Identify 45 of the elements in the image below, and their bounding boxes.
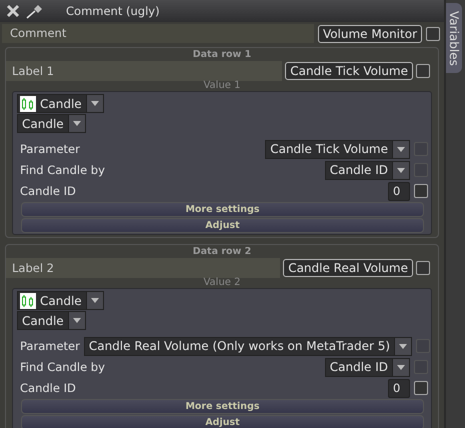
source-dropdown[interactable]: Candle (17, 94, 104, 113)
number-field[interactable]: 0 (388, 378, 410, 398)
type-dropdown[interactable]: Candle (17, 114, 86, 133)
window-title: Comment (ugly) (66, 4, 160, 18)
variables-tab[interactable]: Variables (446, 3, 462, 73)
checkbox[interactable] (426, 26, 440, 40)
field-label: Parameter (19, 142, 81, 156)
section-title: Value 2 (202, 278, 242, 288)
label-field[interactable]: Label 1 (6, 61, 282, 81)
comment-label: Comment (2, 24, 314, 43)
section-button[interactable]: More settings (21, 202, 424, 217)
section-title: Data row 1 (192, 48, 252, 61)
close-icon[interactable] (6, 4, 20, 18)
caret-icon (399, 344, 408, 348)
caret-icon (397, 364, 405, 370)
type-dropdown[interactable]: Candle (17, 311, 86, 330)
pin-icon[interactable] (26, 3, 44, 19)
caret-icon (397, 168, 405, 172)
field-label: Find Candle by (19, 360, 106, 374)
caret-icon (90, 298, 99, 303)
checkbox[interactable] (414, 381, 428, 395)
section-title: Data row 2 (192, 245, 252, 258)
field-label: Parameter (19, 339, 80, 353)
field-label: Find Candle by (19, 163, 106, 177)
field-label: Candle ID (19, 184, 77, 198)
section-title: Value 1 (202, 81, 242, 91)
number-field[interactable]: 0 (388, 182, 410, 200)
value-field[interactable]: Candle Tick Volume (285, 62, 413, 80)
section-button[interactable]: Adjust (21, 218, 424, 233)
source-dropdown[interactable]: Candle (17, 291, 104, 310)
candlestick-icon (20, 96, 36, 112)
value-field[interactable]: Candle Real Volume (283, 259, 413, 277)
caret-icon (72, 318, 81, 323)
section-button[interactable]: More settings (21, 399, 424, 414)
caret-icon (72, 121, 81, 126)
name-field[interactable]: Volume Monitor (318, 24, 422, 42)
label-field[interactable]: Label 2 (6, 258, 280, 278)
caret-icon (397, 146, 405, 152)
checkbox[interactable] (416, 64, 430, 78)
section-button[interactable]: Adjust (21, 415, 424, 428)
field-label: Candle ID (19, 381, 77, 395)
caret-icon (90, 101, 99, 106)
candlestick-icon (20, 292, 36, 308)
checkbox[interactable] (416, 261, 430, 275)
checkbox[interactable] (414, 184, 428, 198)
